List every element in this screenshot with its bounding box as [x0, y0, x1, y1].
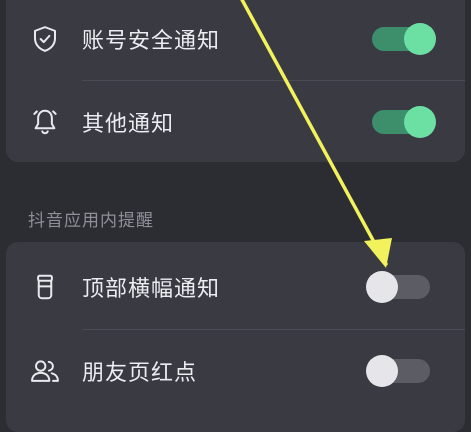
- toggle-knob: [366, 355, 398, 387]
- other-notifications-toggle[interactable]: [372, 106, 436, 138]
- bell-icon: [28, 105, 62, 139]
- account-security-toggle[interactable]: [372, 23, 436, 55]
- setting-row-friends-red-dot[interactable]: 朋友页红点: [6, 330, 465, 412]
- in-app-reminders-card: 顶部横幅通知 朋友页红点: [6, 242, 465, 432]
- toggle-knob: [404, 23, 436, 55]
- top-banner-toggle[interactable]: [366, 271, 430, 303]
- cup-icon: [28, 270, 62, 304]
- setting-row-top-banner[interactable]: 顶部横幅通知: [6, 246, 465, 328]
- setting-row-account-security[interactable]: 账号安全通知: [6, 0, 465, 80]
- setting-row-other[interactable]: 其他通知: [6, 81, 465, 163]
- friends-icon: [28, 354, 62, 388]
- setting-label: 账号安全通知: [82, 29, 221, 54]
- friends-red-dot-toggle[interactable]: [366, 355, 430, 387]
- section-title: 抖音应用内提醒: [28, 211, 154, 231]
- toggle-knob: [366, 271, 398, 303]
- setting-label: 朋友页红点: [82, 361, 198, 386]
- shield-check-icon: [28, 22, 62, 56]
- notifications-card: 账号安全通知 其他通知: [6, 0, 465, 162]
- toggle-knob: [404, 106, 436, 138]
- setting-label: 其他通知: [82, 112, 175, 137]
- setting-label: 顶部横幅通知: [82, 277, 221, 302]
